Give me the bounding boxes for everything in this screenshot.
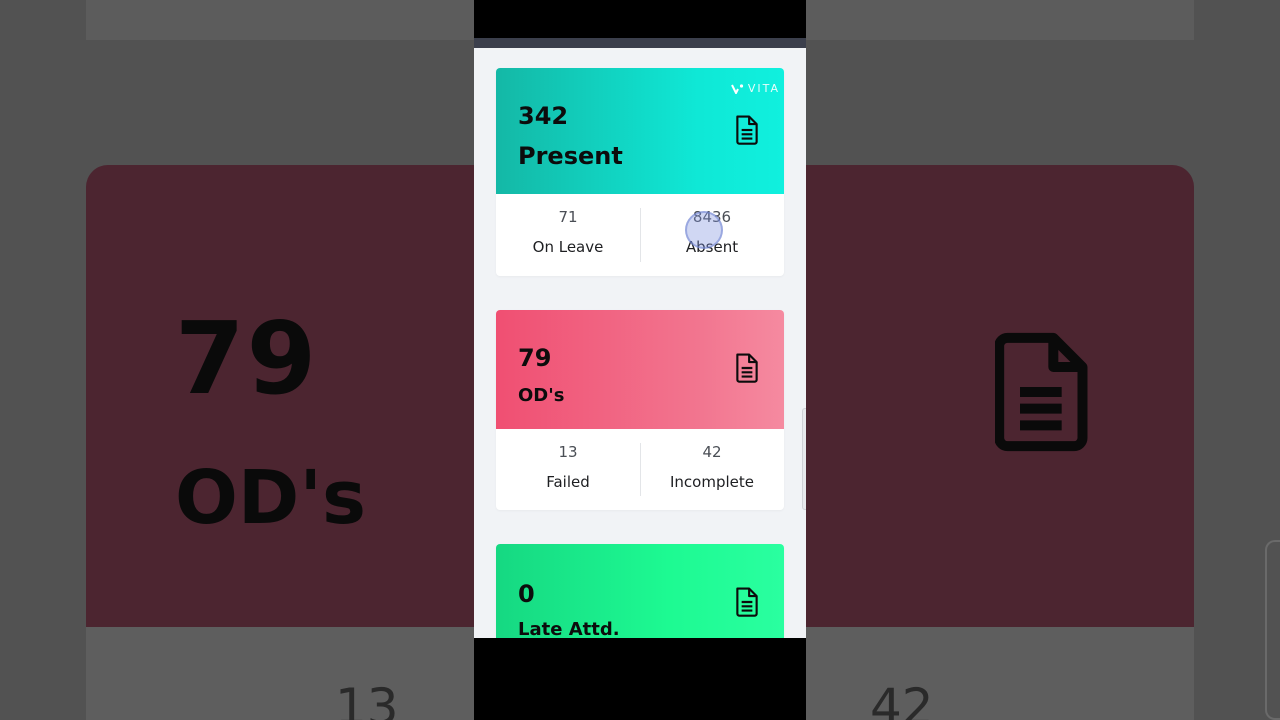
document-icon[interactable]: [734, 587, 760, 617]
late-attendance-count: 0: [518, 580, 535, 608]
failed-label: Failed: [546, 473, 590, 491]
brand-watermark: VITA: [730, 82, 780, 95]
on-leave-value: 71: [558, 208, 578, 226]
incomplete-value: 42: [702, 443, 722, 461]
status-bar: [474, 38, 806, 48]
background-incomplete-value: 42: [870, 678, 934, 720]
phone-frame: VITA 342 Present 71 On Leave 8436 Absent…: [474, 0, 806, 720]
background-od-count: 79: [175, 300, 319, 417]
late-attendance-card-header[interactable]: 0 Late Attd.: [496, 544, 784, 638]
od-count: 79: [518, 344, 552, 372]
late-attendance-label: Late Attd.: [518, 619, 620, 638]
present-count: 342: [518, 102, 569, 130]
failed-stat[interactable]: 13 Failed: [496, 429, 640, 510]
od-card[interactable]: 79 OD's 13 Failed 42 Incomplete: [496, 310, 784, 510]
side-drawer-handle[interactable]: [802, 408, 806, 510]
background-document-icon: [995, 332, 1088, 452]
background-od-label: OD's: [175, 455, 367, 541]
present-label: Present: [518, 142, 623, 170]
document-icon[interactable]: [734, 353, 760, 383]
od-label: OD's: [518, 385, 565, 406]
od-card-header[interactable]: 79 OD's: [496, 310, 784, 429]
incomplete-stat[interactable]: 42 Incomplete: [640, 429, 784, 510]
brand-name: VITA: [747, 82, 780, 95]
od-card-stats: 13 Failed 42 Incomplete: [496, 429, 784, 510]
attendance-dashboard[interactable]: VITA 342 Present 71 On Leave 8436 Absent…: [474, 48, 806, 638]
present-card[interactable]: VITA 342 Present 71 On Leave 8436 Absent: [496, 68, 784, 276]
background-failed-value: 13: [335, 678, 399, 720]
touch-indicator: [685, 211, 723, 249]
bottom-letterbox: [474, 638, 806, 720]
on-leave-stat[interactable]: 71 On Leave: [496, 194, 640, 276]
brand-logo-icon: [730, 83, 743, 94]
on-leave-label: On Leave: [532, 238, 604, 256]
present-card-stats: 71 On Leave 8436 Absent: [496, 194, 784, 276]
document-icon[interactable]: [734, 115, 760, 145]
background-edge-handle: [1265, 540, 1280, 720]
failed-value: 13: [558, 443, 578, 461]
late-attendance-card[interactable]: 0 Late Attd.: [496, 544, 784, 638]
incomplete-label: Incomplete: [670, 473, 754, 491]
present-card-header[interactable]: VITA 342 Present: [496, 68, 784, 194]
